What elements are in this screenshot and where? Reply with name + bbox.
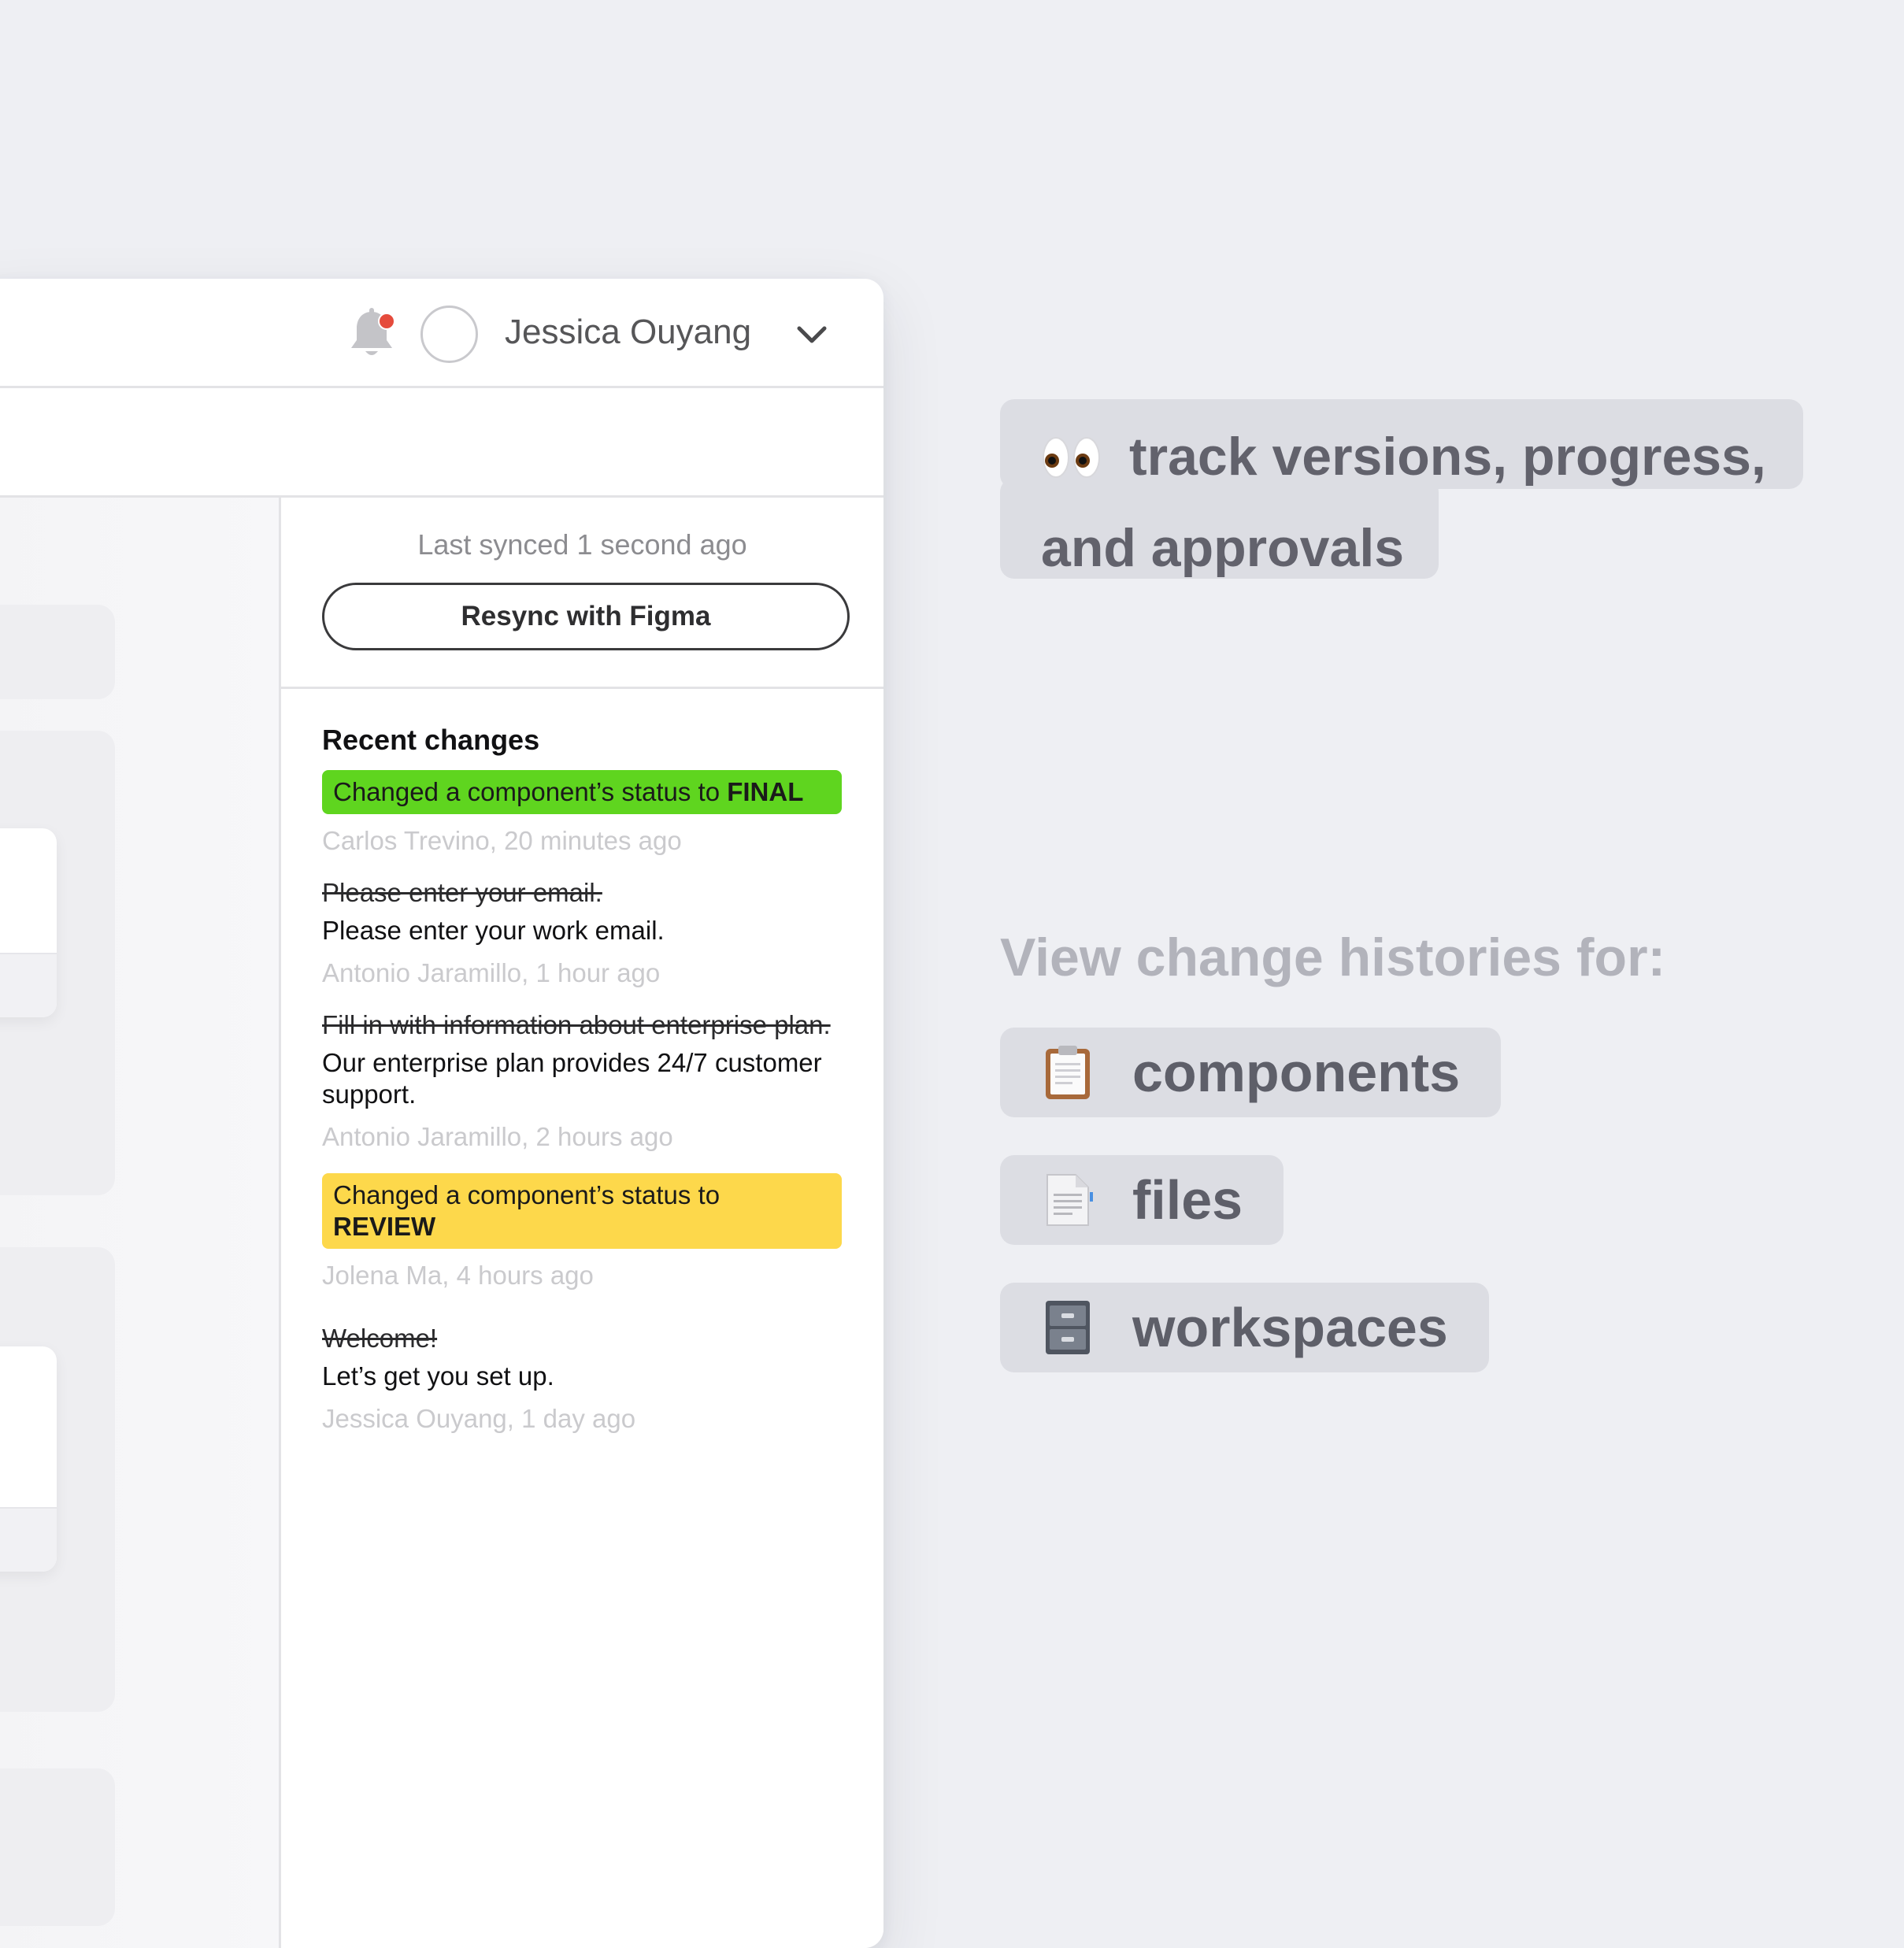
change-item: Changed a component’s status to REVIEW J…: [322, 1173, 842, 1291]
avatar[interactable]: [420, 306, 478, 363]
new-text: Our enterprise plan provides 24/7 custom…: [322, 1048, 822, 1109]
new-text: Let’s get you set up.: [322, 1361, 554, 1391]
change-item: Welcome! Let’s get you set up. Jessica O…: [322, 1323, 842, 1435]
status-change-text: Changed a component’s status to: [333, 777, 728, 806]
headline-line-2: and approvals: [1041, 518, 1405, 578]
change-item: Changed a component’s status to FINAL Ca…: [322, 770, 842, 857]
top-bar: Jessica Ouyang: [0, 279, 883, 388]
history-type-workspaces: workspaces: [1000, 1283, 1489, 1372]
status-value: REVIEW: [333, 1212, 436, 1241]
notification-dot: [378, 313, 395, 330]
old-text: Fill in with information about enterpris…: [322, 1010, 831, 1039]
history-type-label: components: [1132, 1042, 1461, 1103]
component-preview[interactable]: [0, 828, 57, 1017]
clipboard-icon: [1041, 1044, 1095, 1101]
status-change-badge: Changed a component’s status to FINAL: [322, 770, 842, 814]
change-meta: Carlos Trevino, 20 minutes ago: [322, 826, 682, 855]
component-preview[interactable]: [0, 1346, 57, 1572]
headline-line-1: track versions, progress,: [1129, 427, 1766, 487]
component-preview-footer: [0, 1507, 57, 1572]
sync-section: Last synced 1 second ago Resync with Fig…: [281, 498, 883, 689]
status-value: FINAL: [727, 777, 804, 806]
history-type-label: workspaces: [1132, 1297, 1448, 1358]
recent-changes: Recent changes Changed a component’s sta…: [322, 723, 842, 1455]
change-item: Please enter your email. Please enter yo…: [322, 877, 842, 989]
user-name[interactable]: Jessica Ouyang: [505, 312, 751, 353]
recent-changes-title: Recent changes: [322, 724, 540, 756]
change-meta: Antonio Jaramillo, 1 hour ago: [322, 958, 661, 987]
content-card: [0, 1768, 115, 1926]
headline: track versions, progress, and approvals: [1041, 411, 1828, 594]
content-pane: [0, 498, 281, 1948]
eyes-icon: [1041, 417, 1102, 478]
sync-status: Last synced 1 second ago: [417, 528, 747, 561]
history-type-label: files: [1132, 1169, 1243, 1231]
resync-button[interactable]: Resync with Figma: [322, 583, 850, 650]
toolbar: [0, 388, 883, 498]
change-meta: Jessica Ouyang, 1 day ago: [322, 1404, 636, 1433]
old-text: Please enter your email.: [322, 878, 602, 907]
view-histories-title: View change histories for:: [1000, 928, 1666, 987]
app-window: Jessica Ouyang Last synced 1 second ago …: [0, 279, 883, 1948]
change-meta: Antonio Jaramillo, 2 hours ago: [322, 1122, 673, 1151]
status-change-badge: Changed a component’s status to REVIEW: [322, 1173, 842, 1249]
old-text: Welcome!: [322, 1324, 438, 1353]
history-type-components: components: [1000, 1028, 1502, 1117]
component-preview-footer: [0, 953, 57, 1017]
chevron-down-icon[interactable]: [795, 323, 828, 346]
file-cabinet-icon: [1041, 1299, 1095, 1356]
change-item: Fill in with information about enterpris…: [322, 1009, 842, 1153]
document-icon: [1041, 1172, 1095, 1228]
history-panel: Last synced 1 second ago Resync with Fig…: [281, 498, 883, 1948]
content-card: [0, 605, 115, 699]
status-change-text: Changed a component’s status to: [333, 1180, 720, 1209]
history-type-files: files: [1000, 1155, 1284, 1245]
new-text: Please enter your work email.: [322, 916, 665, 945]
change-meta: Jolena Ma, 4 hours ago: [322, 1261, 594, 1290]
